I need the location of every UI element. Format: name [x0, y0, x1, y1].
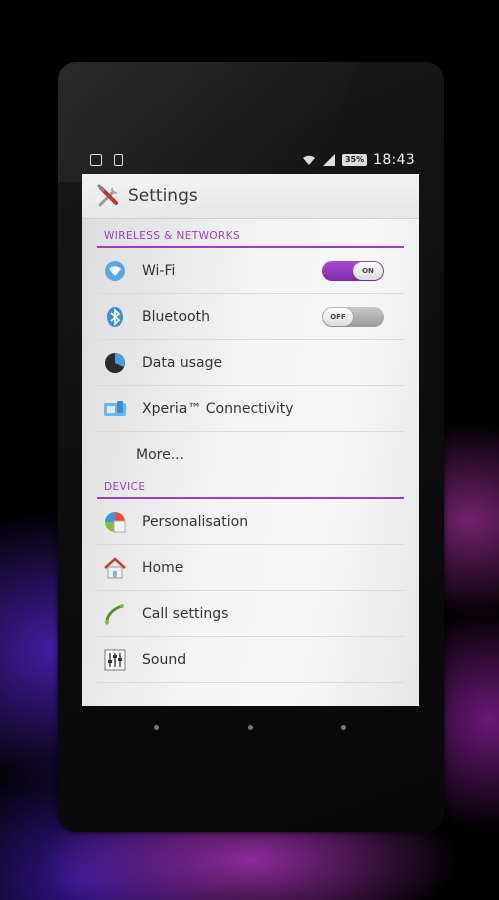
settings-item-label: Sound — [142, 651, 187, 668]
signal-icon — [322, 154, 335, 166]
device-notification-icon — [114, 154, 123, 166]
status-bar: 35% 18:43 — [82, 150, 419, 174]
section-header-wireless: WIRELESS & NETWORKS — [97, 219, 404, 248]
bluetooth-toggle[interactable]: OFF — [322, 307, 384, 327]
settings-item-label: Data usage — [142, 354, 223, 371]
settings-item-call-settings[interactable]: Call settings — [97, 591, 404, 637]
recent-apps-button[interactable] — [341, 725, 346, 730]
settings-item-label: Call settings — [142, 605, 229, 622]
clock: 18:43 — [373, 152, 415, 168]
settings-item-label: Xperia™ Connectivity — [142, 400, 294, 417]
settings-item-label: Personalisation — [142, 513, 249, 530]
settings-item-home[interactable]: Home — [97, 545, 404, 591]
sound-icon — [103, 648, 127, 672]
wifi-icon — [103, 259, 127, 283]
settings-item-xperia-connectivity[interactable]: Xperia™ Connectivity — [97, 386, 404, 432]
battery-indicator: 35% — [341, 154, 368, 166]
settings-item-data-usage[interactable]: Data usage — [97, 340, 404, 386]
action-bar: Settings — [82, 174, 419, 219]
data-usage-icon — [103, 351, 127, 375]
image-notification-icon — [90, 154, 102, 166]
settings-screen: Settings WIRELESS & NETWORKS Wi-Fi ON Bl… — [82, 174, 419, 706]
home-button[interactable] — [248, 725, 253, 730]
personalisation-icon — [103, 510, 127, 534]
toggle-knob: OFF — [323, 308, 353, 326]
page-title: Settings — [128, 186, 198, 206]
settings-item-label: Bluetooth — [142, 308, 210, 325]
settings-item-sound[interactable]: Sound — [97, 637, 404, 683]
back-button[interactable] — [154, 725, 159, 730]
bluetooth-icon — [103, 305, 127, 329]
settings-item-more[interactable]: More... — [97, 432, 404, 477]
navigation-bar — [82, 706, 419, 750]
wifi-status-icon — [302, 155, 315, 165]
section-header-device: DEVICE — [97, 477, 404, 499]
settings-tools-icon — [97, 184, 118, 207]
xperia-connectivity-icon — [103, 397, 127, 421]
settings-item-personalisation[interactable]: Personalisation — [97, 499, 404, 545]
toggle-knob: ON — [353, 262, 383, 280]
settings-item-label: More... — [136, 446, 185, 463]
settings-item-label: Wi-Fi — [142, 262, 176, 279]
home-icon — [103, 556, 127, 580]
phone-icon — [103, 602, 127, 626]
settings-item-label: Home — [142, 559, 184, 576]
wifi-toggle[interactable]: ON — [322, 261, 384, 281]
settings-item-bluetooth[interactable]: Bluetooth OFF — [97, 294, 404, 340]
settings-item-wifi[interactable]: Wi-Fi ON — [97, 248, 404, 294]
